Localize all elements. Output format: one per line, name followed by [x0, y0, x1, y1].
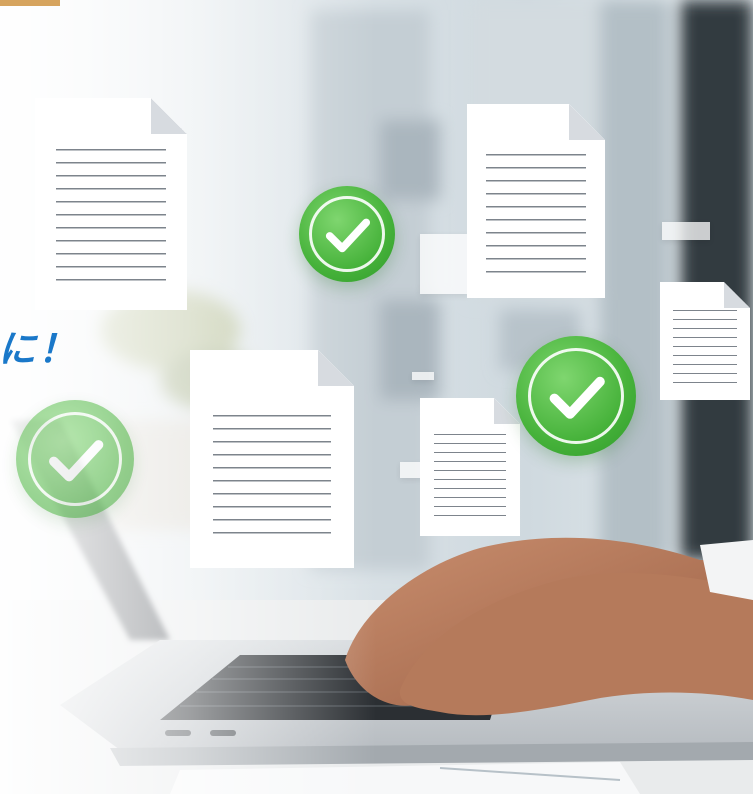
check-circle-icon — [16, 400, 134, 518]
document-icon — [467, 104, 605, 298]
check-circle-icon — [299, 186, 395, 282]
floating-tile — [412, 372, 434, 380]
floating-tile — [420, 234, 468, 294]
hero-image: に！ — [0, 0, 753, 794]
document-icon — [35, 98, 187, 310]
document-icon — [190, 350, 354, 568]
floating-tile — [662, 222, 710, 240]
top-accent-strip — [0, 0, 60, 6]
headline-text: に！ — [0, 327, 79, 371]
document-icon — [660, 282, 750, 400]
check-circle-icon — [516, 336, 636, 456]
document-icon — [420, 398, 520, 536]
